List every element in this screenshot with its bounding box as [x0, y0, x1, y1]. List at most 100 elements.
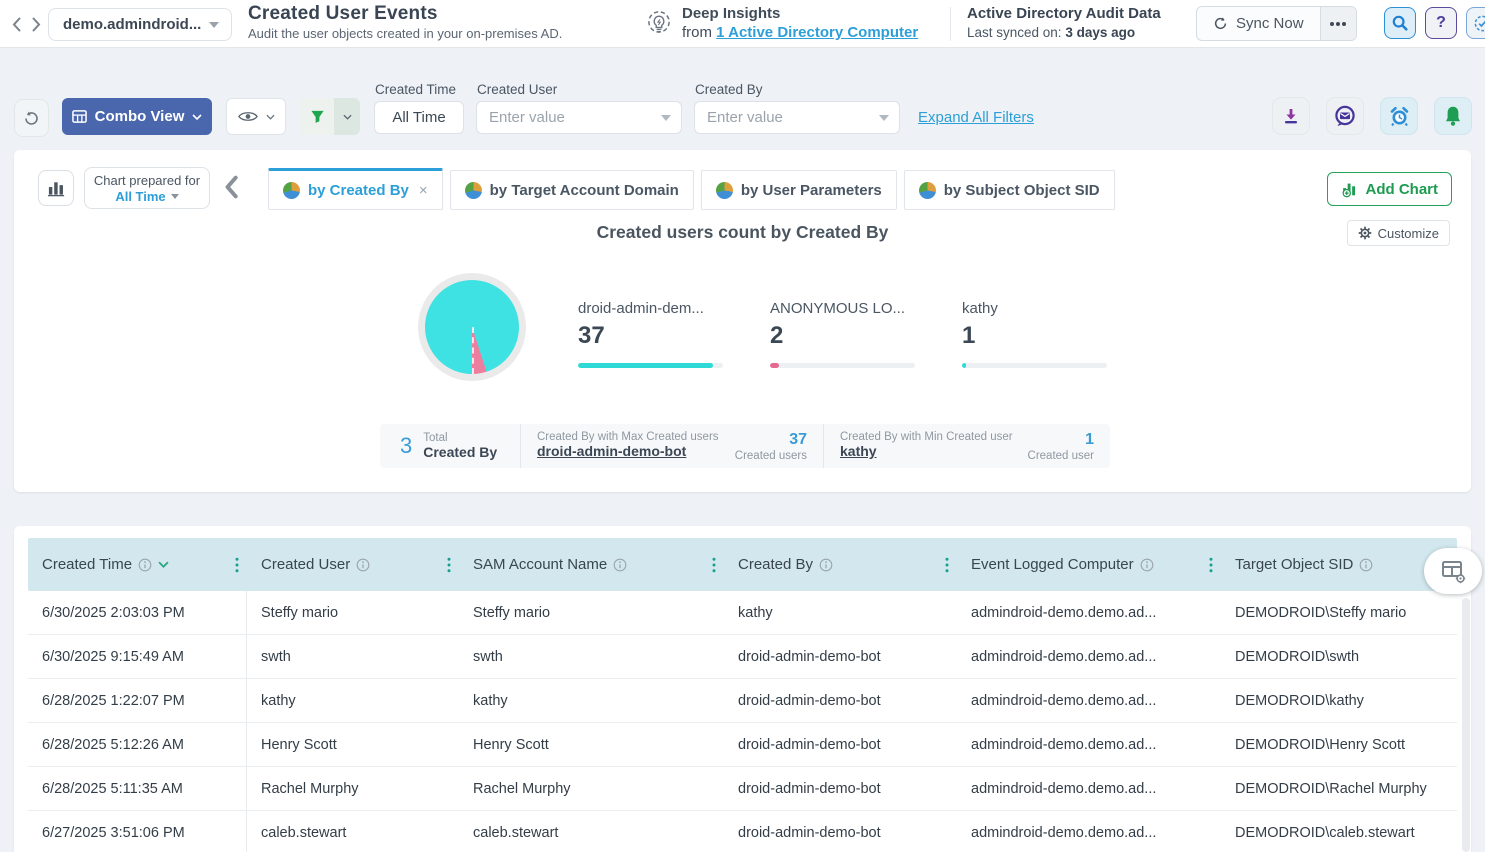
- forward-button[interactable]: [26, 12, 46, 36]
- table-cell: 6/27/2025 3:51:06 PM: [28, 811, 247, 852]
- legend-label: droid-admin-dem...: [578, 300, 728, 317]
- deep-insights-block: Deep Insights from 1 Active Directory Co…: [642, 5, 918, 41]
- tab-label: by Created By: [308, 182, 409, 199]
- synced-label: Last synced on:: [967, 25, 1065, 40]
- table-row[interactable]: 6/27/2025 3:51:06 PMcaleb.stewartcaleb.s…: [28, 811, 1457, 852]
- notifications-button[interactable]: [1434, 97, 1472, 135]
- tabs-scroll-left-button[interactable]: [224, 174, 238, 200]
- search-button[interactable]: [1384, 7, 1416, 39]
- reload-icon: [23, 110, 40, 127]
- table-row[interactable]: 6/30/2025 9:15:49 AMswthswthdroid-admin-…: [28, 635, 1457, 679]
- max-unit: Created users: [735, 450, 807, 462]
- download-button[interactable]: [1272, 97, 1310, 135]
- column-settings-button[interactable]: [1424, 548, 1482, 594]
- top-header: demo.admindroid... Created User Events A…: [0, 0, 1485, 48]
- table-cell: DEMODROID\Henry Scott: [1221, 723, 1457, 766]
- legend-label: kathy: [962, 300, 1112, 317]
- table-cell: kathy: [247, 679, 459, 722]
- ad-computer-link[interactable]: 1 Active Directory Computer: [716, 24, 918, 41]
- pie-chart-icon: [919, 182, 936, 199]
- column-header-target-object-sid[interactable]: Target Object SID: [1221, 538, 1457, 591]
- info-icon: [819, 558, 833, 572]
- sync-now-button[interactable]: Sync Now: [1197, 7, 1320, 40]
- summary-min: Created By with Min Created user kathy 1…: [824, 424, 1110, 468]
- max-caption: Created By with Max Created users: [537, 431, 719, 443]
- pie-chart-icon: [716, 182, 733, 199]
- feedback-button[interactable]: [1326, 97, 1364, 135]
- combo-view-button[interactable]: Combo View: [62, 98, 212, 135]
- chevron-right-icon: [32, 17, 41, 32]
- legend-bar-fill: [578, 363, 713, 368]
- alarm-clock-icon: [1388, 105, 1411, 128]
- column-menu-button[interactable]: [447, 557, 451, 573]
- add-chart-button[interactable]: Add Chart: [1327, 172, 1453, 206]
- min-created-by-link[interactable]: kathy: [840, 443, 877, 459]
- table-cell: admindroid-demo.demo.ad...: [957, 635, 1221, 678]
- from-label: from: [682, 24, 712, 41]
- expand-all-filters-link[interactable]: Expand All Filters: [918, 109, 1034, 126]
- column-menu-button[interactable]: [1209, 557, 1213, 573]
- column-header-created-time[interactable]: Created Time: [28, 538, 247, 591]
- deep-insights-from: from 1 Active Directory Computer: [682, 24, 918, 41]
- chart-legend: droid-admin-dem...37 ANONYMOUS LO...2 kath…: [578, 300, 1112, 368]
- pie-chart[interactable]: [418, 273, 526, 381]
- table-cell: Rachel Murphy: [459, 767, 724, 810]
- reload-button[interactable]: [14, 99, 49, 137]
- app-root: demo.admindroid... Created User Events A…: [0, 0, 1485, 852]
- prepared-for-value: All Time: [115, 189, 165, 204]
- column-menu-button[interactable]: [945, 557, 949, 573]
- alert-schedule-button[interactable]: [1380, 97, 1418, 135]
- legend-bar: [578, 363, 723, 368]
- tab-by-user-parameters[interactable]: by User Parameters: [701, 170, 897, 210]
- column-visibility-button[interactable]: [226, 98, 286, 135]
- column-menu-button[interactable]: [712, 557, 716, 573]
- column-header-sam-account-name[interactable]: SAM Account Name: [459, 538, 724, 591]
- column-header-created-user[interactable]: Created User: [247, 538, 459, 591]
- column-label: Created User: [261, 556, 350, 573]
- table-row[interactable]: 6/30/2025 2:03:03 PMSteffy marioSteffy m…: [28, 591, 1457, 635]
- tab-by-target-account-domain[interactable]: by Target Account Domain: [450, 170, 694, 210]
- scheduled-check-button[interactable]: [1466, 7, 1485, 39]
- info-icon: [356, 558, 370, 572]
- back-button[interactable]: [6, 12, 26, 36]
- more-options-button[interactable]: [1320, 7, 1356, 40]
- column-header-created-by[interactable]: Created By: [724, 538, 957, 591]
- max-created-by-link[interactable]: droid-admin-demo-bot: [537, 443, 686, 459]
- chart-prepared-for-selector[interactable]: Chart prepared for All Time: [84, 167, 210, 209]
- chevron-down-icon: [343, 114, 352, 120]
- audit-data-block: Active Directory Audit Data Last synced …: [967, 5, 1161, 40]
- column-label: Created By: [738, 556, 813, 573]
- chart-type-button[interactable]: [38, 170, 74, 206]
- filter-button[interactable]: [300, 98, 360, 135]
- table-cell: droid-admin-demo-bot: [724, 679, 957, 722]
- table-cell: 6/30/2025 9:15:49 AM: [28, 635, 247, 678]
- tab-by-created-by[interactable]: by Created By ×: [268, 168, 443, 210]
- filter-icon: [310, 109, 325, 124]
- created-time-filter[interactable]: All Time: [374, 101, 464, 134]
- eye-icon: [238, 110, 258, 123]
- filter-dropdown-segment[interactable]: [334, 98, 360, 135]
- legend-item[interactable]: droid-admin-dem...37: [578, 300, 728, 368]
- created-by-filter-input[interactable]: Enter value: [694, 101, 900, 134]
- legend-item[interactable]: kathy1: [962, 300, 1112, 368]
- chart-title: Created users count by Created By: [14, 222, 1471, 243]
- table-row[interactable]: 6/28/2025 5:11:35 AMRachel MurphyRachel …: [28, 767, 1457, 811]
- column-header-event-logged-computer[interactable]: Event Logged Computer: [957, 538, 1221, 591]
- help-button[interactable]: ?: [1425, 7, 1457, 39]
- column-menu-button[interactable]: [235, 557, 239, 573]
- legend-bar: [770, 363, 915, 368]
- table-row[interactable]: 6/28/2025 5:12:26 AMHenry ScottHenry Sco…: [28, 723, 1457, 767]
- legend-item[interactable]: ANONYMOUS LO...2: [770, 300, 920, 368]
- created-user-placeholder: Enter value: [489, 109, 661, 126]
- legend-bar-fill: [770, 363, 779, 368]
- column-menu-icon: [1209, 557, 1213, 573]
- table-scrollbar[interactable]: [1462, 598, 1470, 852]
- tab-by-subject-object-sid[interactable]: by Subject Object SID: [904, 170, 1115, 210]
- created-user-filter-input[interactable]: Enter value: [476, 101, 682, 134]
- table-header-row: Created Time Created User SAM Account Name…: [28, 538, 1457, 591]
- table-row[interactable]: 6/28/2025 1:22:07 PMkathykathydroid-admi…: [28, 679, 1457, 723]
- filter-funnel-segment[interactable]: [300, 98, 334, 135]
- workspace-selector[interactable]: demo.admindroid...: [48, 8, 232, 41]
- ellipsis-icon: [1336, 22, 1340, 26]
- close-icon[interactable]: ×: [419, 182, 428, 199]
